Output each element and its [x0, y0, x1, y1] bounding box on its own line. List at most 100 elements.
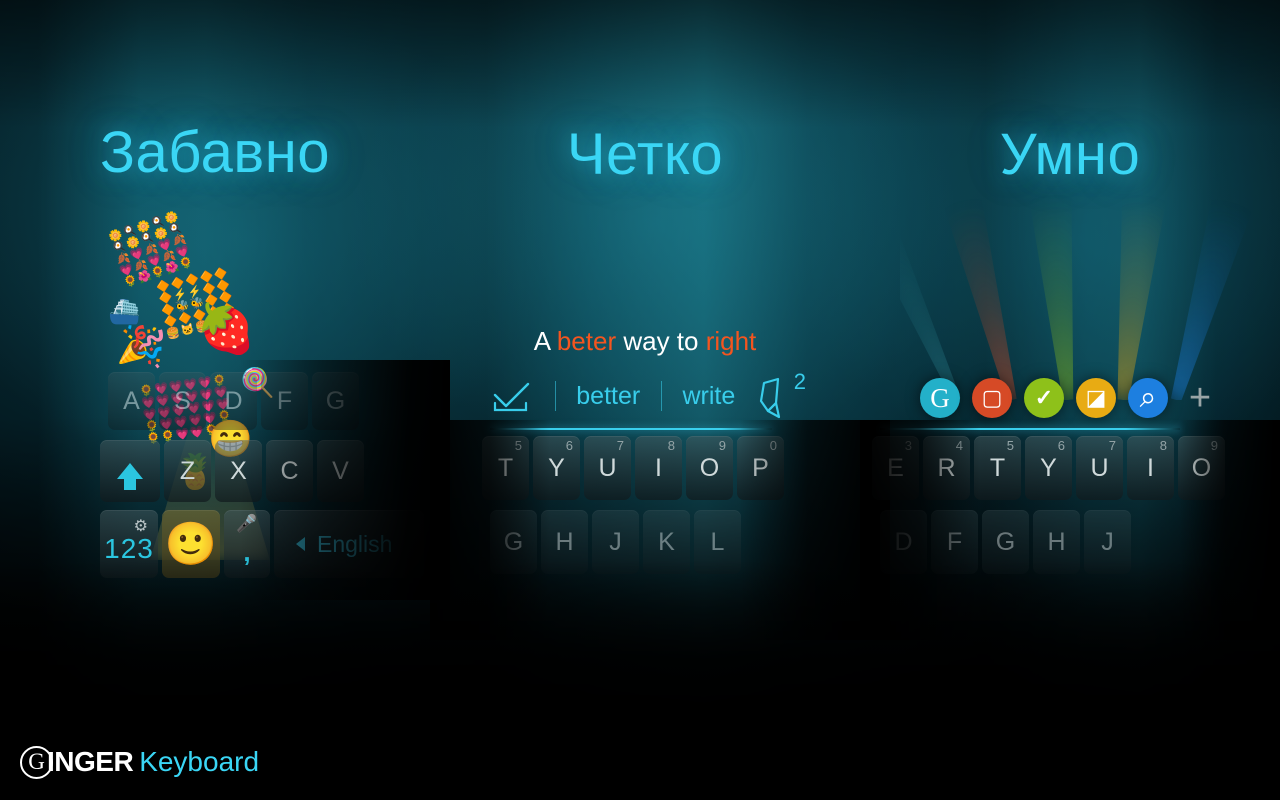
key-f[interactable]: F	[931, 510, 978, 574]
key-h[interactable]: H	[1033, 510, 1080, 574]
keyboard-row-top-smart: 3E4R5T6Y7U8I9O	[872, 436, 1229, 500]
keyboard-row-bottom: ⚙ 123 🙂 🎤 , English	[100, 510, 428, 578]
app-icon-row[interactable]: G ▢ ✓ ◪ ⌕ +	[920, 376, 1230, 420]
key-g[interactable]: G	[982, 510, 1029, 574]
sentence-error-word: beter	[556, 326, 617, 356]
key-v[interactable]: V	[317, 440, 364, 502]
key-r[interactable]: 4R	[923, 436, 970, 500]
key-y[interactable]: 6Y	[1025, 436, 1072, 500]
key-label: R	[937, 453, 956, 482]
key-j[interactable]: J	[592, 510, 639, 574]
suggestion-divider-line-clear	[490, 428, 772, 430]
key-s[interactable]: S	[159, 372, 206, 430]
key-label: P	[752, 453, 769, 482]
key-number-label: 7	[1108, 438, 1116, 453]
key-o[interactable]: 9O	[686, 436, 733, 500]
add-icon[interactable]: +	[1180, 378, 1220, 418]
key-label: I	[655, 453, 662, 482]
chevron-left-icon	[296, 537, 305, 551]
key-p[interactable]: 0P	[737, 436, 784, 500]
key-label: H	[555, 527, 574, 556]
sticker-strawberry-emoji[interactable]: 🍓	[196, 300, 256, 357]
sentence-error-word: right	[705, 326, 757, 356]
key-label: S	[174, 386, 191, 415]
icon-light-beams	[900, 188, 1280, 400]
keyboard-fun[interactable]: A S D F G Z X C V ⚙ 123 🙂 🎤 , English	[100, 372, 440, 587]
keyboard-row-asdf: A S DFG	[108, 372, 363, 430]
key-u[interactable]: 7U	[1076, 436, 1123, 500]
key-label: I	[1147, 453, 1154, 482]
numbers-key-label: 123	[104, 533, 154, 564]
space-key[interactable]: English	[274, 510, 424, 578]
key-f[interactable]: F	[261, 372, 308, 430]
search-icon[interactable]: ⌕	[1128, 378, 1168, 418]
key-label: D	[224, 386, 243, 415]
key-z[interactable]: Z	[164, 440, 211, 502]
numbers-key[interactable]: ⚙ 123	[100, 510, 158, 578]
suggestion-bar[interactable]: better write 2	[492, 369, 806, 419]
key-label: U	[1090, 453, 1109, 482]
key-g[interactable]: G	[312, 372, 359, 430]
ginger-logo-icon[interactable]: G	[920, 378, 960, 418]
key-j[interactable]: J	[1084, 510, 1131, 574]
key-number-label: 0	[769, 438, 777, 453]
key-number-label: 6	[1057, 438, 1065, 453]
key-label: V	[332, 456, 349, 485]
headline-clear: Четко	[566, 122, 724, 187]
keyboard-smart[interactable]: 3E4R5T6Y7U8I9O DFGHJ	[872, 436, 1225, 616]
key-x[interactable]: X	[215, 440, 262, 502]
key-k[interactable]: K	[643, 510, 690, 574]
key-label: A	[123, 386, 140, 415]
key-label: C	[280, 456, 299, 485]
key-a[interactable]: A	[108, 372, 155, 430]
keyboard-clear[interactable]: 5T6Y7U8I9O0P GHJKL	[482, 436, 784, 616]
checkmark-icon[interactable]: ✓	[1024, 378, 1064, 418]
key-label: Z	[179, 456, 196, 485]
light-beam-1	[1028, 188, 1090, 400]
key-i[interactable]: 8I	[1127, 436, 1174, 500]
key-number-label: 8	[1159, 438, 1167, 453]
brand-name-primary: INGER	[47, 746, 134, 777]
promo-screen: Забавно 🌼 🍳 🌼 🍳 🌼 🍳 🌼 🍳 🌼 🍳 🍂 💗 🍂 💗 🍂 💗 🍂 💗 🍂 💗 🌻 🌺 🌻 🌺 🌻 🔶 🔶…	[0, 0, 1280, 800]
space-key-label: English	[317, 530, 393, 557]
key-e[interactable]: 3E	[872, 436, 919, 500]
checkmark-underline-icon[interactable]	[492, 381, 534, 412]
microphone-icon: 🎤	[236, 514, 258, 533]
pen-badge-count: 2	[793, 369, 806, 394]
key-y[interactable]: 6Y	[533, 436, 580, 500]
key-i[interactable]: 8I	[635, 436, 682, 500]
key-c[interactable]: C	[266, 440, 313, 502]
light-beam-3	[1155, 190, 1256, 400]
key-t[interactable]: 5T	[974, 436, 1021, 500]
key-o[interactable]: 9O	[1178, 436, 1225, 500]
keyboard-row-zxcv: ZXC V	[100, 440, 368, 502]
emoji-key[interactable]: 🙂	[162, 510, 220, 578]
quill-pen-icon[interactable]: 2	[756, 369, 806, 419]
key-l[interactable]: L	[694, 510, 741, 574]
panel-clear: Четко A beter way to right better write …	[430, 0, 860, 800]
suggestion-write[interactable]: write	[683, 382, 736, 411]
suggestion-divider-line-smart	[880, 428, 1180, 430]
key-number-label: 3	[904, 438, 912, 453]
key-g[interactable]: G	[490, 510, 537, 574]
keyboard-row-mid-clear: GHJKL	[490, 510, 745, 574]
sticker-party-popper-emoji[interactable]: 🎉	[115, 322, 168, 372]
comma-key[interactable]: 🎤 ,	[224, 510, 270, 578]
key-number-label: 7	[616, 438, 624, 453]
ginger-logo-icon-glyph: G	[930, 382, 950, 413]
key-d[interactable]: D	[210, 372, 257, 430]
suggestion-better[interactable]: better	[576, 382, 640, 411]
key-h[interactable]: H	[541, 510, 588, 574]
key-label: T	[497, 453, 514, 482]
key-d[interactable]: D	[880, 510, 927, 574]
page-fold-icon[interactable]: ◪	[1076, 378, 1116, 418]
brand-logo: G INGER Keyboard	[20, 742, 259, 782]
key-number-label: 9	[1210, 438, 1218, 453]
window-icon[interactable]: ▢	[972, 378, 1012, 418]
key-t[interactable]: 5T	[482, 436, 529, 500]
key-u[interactable]: 7U	[584, 436, 631, 500]
gear-icon: ⚙	[133, 518, 148, 535]
shift-key[interactable]	[100, 440, 160, 502]
key-label: E	[887, 453, 904, 482]
suggestion-divider-2	[660, 381, 662, 411]
